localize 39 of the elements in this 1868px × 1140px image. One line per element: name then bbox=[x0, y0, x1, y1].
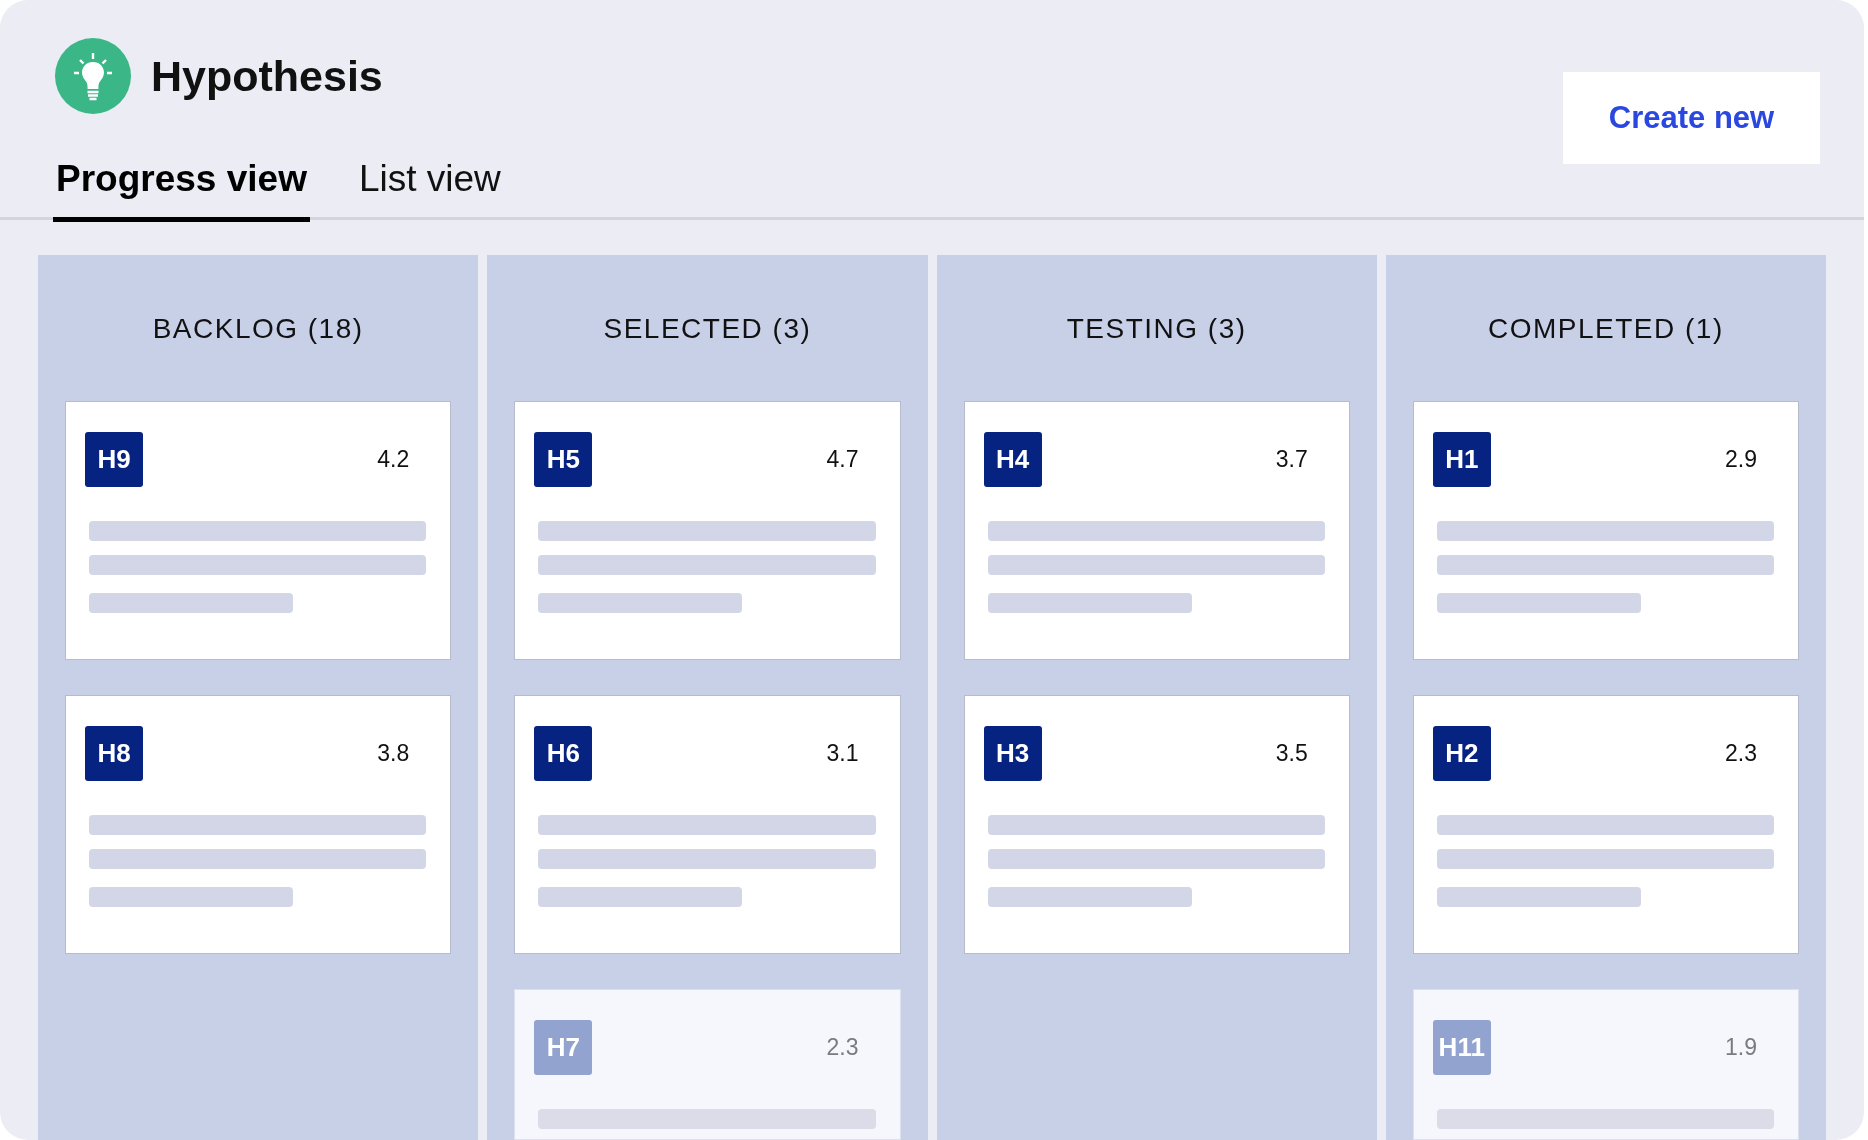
hypothesis-card[interactable]: H2 2.3 bbox=[1412, 694, 1799, 954]
hypothesis-card[interactable]: H7 2.3 bbox=[514, 988, 901, 1140]
score: 1.9 bbox=[1725, 1035, 1757, 1059]
score: 3.8 bbox=[377, 741, 410, 765]
hypothesis-card[interactable]: H1 2.9 bbox=[1412, 400, 1799, 660]
id-badge: H5 bbox=[534, 431, 593, 487]
score: 4.7 bbox=[826, 447, 859, 471]
id-badge: H4 bbox=[983, 431, 1042, 487]
id-badge: H7 bbox=[534, 1019, 593, 1075]
tab[interactable]: Progress view bbox=[53, 158, 310, 222]
hypothesis-card[interactable]: H4 3.7 bbox=[963, 400, 1350, 660]
id-badge: H2 bbox=[1432, 725, 1491, 781]
column-title: BACKLOG (18) bbox=[151, 311, 365, 346]
score: 2.9 bbox=[1725, 447, 1757, 471]
hypothesis-card[interactable]: H9 4.2 bbox=[65, 400, 452, 660]
column-title: COMPLETED (1) bbox=[1487, 311, 1725, 346]
hypothesis-card[interactable]: H5 4.7 bbox=[514, 400, 901, 660]
id-badge: H1 bbox=[1432, 431, 1491, 487]
column-title: TESTING (3) bbox=[1065, 311, 1248, 346]
hypothesis-card[interactable]: H8 3.8 bbox=[65, 694, 452, 954]
id-badge: H9 bbox=[85, 431, 143, 487]
id-badge: H8 bbox=[85, 725, 143, 781]
id-badge: H3 bbox=[983, 725, 1042, 781]
score: 2.3 bbox=[1725, 741, 1757, 765]
hypothesis-card[interactable]: H11 1.9 bbox=[1412, 988, 1799, 1140]
score: 2.3 bbox=[826, 1035, 859, 1059]
id-badge: H6 bbox=[534, 725, 593, 781]
score: 3.7 bbox=[1275, 447, 1308, 471]
score: 3.1 bbox=[826, 741, 859, 765]
id-badge: H11 bbox=[1432, 1019, 1491, 1075]
tab[interactable]: List view bbox=[355, 158, 504, 222]
score: 4.2 bbox=[377, 447, 410, 471]
score: 3.5 bbox=[1275, 741, 1308, 765]
create-new-button[interactable]: Create new bbox=[1563, 72, 1820, 164]
column-title: SELECTED (3) bbox=[602, 311, 813, 346]
hypothesis-card[interactable]: H6 3.1 bbox=[514, 694, 901, 954]
lightbulb-icon bbox=[55, 38, 131, 114]
page-title: Hypothesis bbox=[151, 54, 383, 98]
hypothesis-card[interactable]: H3 3.5 bbox=[963, 694, 1350, 954]
